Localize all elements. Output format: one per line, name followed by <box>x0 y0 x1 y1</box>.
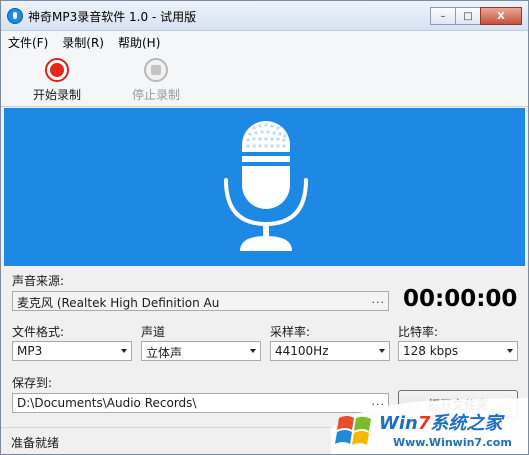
microphone-banner <box>4 108 525 266</box>
stop-icon <box>144 58 168 82</box>
save-path-value: D:\Documents\Audio Records\ <box>17 396 197 410</box>
title-bar: 神奇MP3录音软件 1.0 - 试用版 – □ X <box>1 1 528 31</box>
bitrate-select[interactable]: 128 kbps <box>398 341 518 361</box>
source-label: 声音来源: <box>12 274 65 288</box>
stop-record-button[interactable]: 停止录制 <box>116 58 196 103</box>
channel-label: 声道 <box>141 325 166 339</box>
menu-bar: 文件(F) 录制(R) 帮助(H) <box>1 31 528 51</box>
recording-timer: 00:00:00 <box>403 286 518 312</box>
channel-select[interactable]: 立体声 <box>141 341 261 361</box>
channel-value: 立体声 <box>146 346 183 360</box>
toolbar: 开始录制 停止录制 <box>1 51 528 107</box>
window-controls: – □ X <box>430 7 522 25</box>
bitrate-label: 比特率: <box>398 325 439 339</box>
samplerate-label: 采样率: <box>270 325 311 339</box>
app-microphone-icon <box>7 8 23 24</box>
stop-record-label: 停止录制 <box>131 88 180 102</box>
start-record-label: 开始录制 <box>32 88 81 102</box>
close-button[interactable]: X <box>480 7 522 25</box>
bitrate-value: 128 kbps <box>403 344 459 358</box>
format-select[interactable]: MP3 <box>12 341 132 361</box>
source-browse-button[interactable]: ... <box>372 293 386 306</box>
chevron-down-icon <box>250 349 256 353</box>
status-text: 准备就绪 <box>11 436 60 450</box>
format-value: MP3 <box>17 344 43 358</box>
samplerate-value: 44100Hz <box>275 344 329 358</box>
chevron-down-icon <box>379 349 385 353</box>
chevron-down-icon <box>507 349 513 353</box>
source-value: 麦克风 (Realtek High Definition Au <box>17 296 220 310</box>
watermark-url: Www.Winwin7.com <box>393 436 512 449</box>
format-label: 文件格式: <box>12 325 65 339</box>
chevron-down-icon <box>121 349 127 353</box>
menu-help[interactable]: 帮助(H) <box>111 31 167 51</box>
microphone-icon <box>224 121 308 251</box>
start-record-button[interactable]: 开始录制 <box>17 58 97 103</box>
menu-record[interactable]: 录制(R) <box>55 31 111 51</box>
window-title: 神奇MP3录音软件 1.0 - 试用版 <box>28 10 197 24</box>
samplerate-select[interactable]: 44100Hz <box>270 341 390 361</box>
menu-file[interactable]: 文件(F) <box>1 31 55 51</box>
minimize-button[interactable]: – <box>430 7 456 25</box>
source-field[interactable]: 麦克风 (Realtek High Definition Au ... <box>12 291 389 311</box>
save-label: 保存到: <box>12 376 53 390</box>
watermark-logo: Win7系统之家 Www.Winwin7.com <box>331 398 528 454</box>
app-window: 神奇MP3录音软件 1.0 - 试用版 – □ X 文件(F) 录制(R) 帮助… <box>0 0 529 455</box>
record-icon <box>45 58 69 82</box>
maximize-button[interactable]: □ <box>455 7 481 25</box>
svg-text:Win7系统之家: Win7系统之家 <box>379 413 505 434</box>
